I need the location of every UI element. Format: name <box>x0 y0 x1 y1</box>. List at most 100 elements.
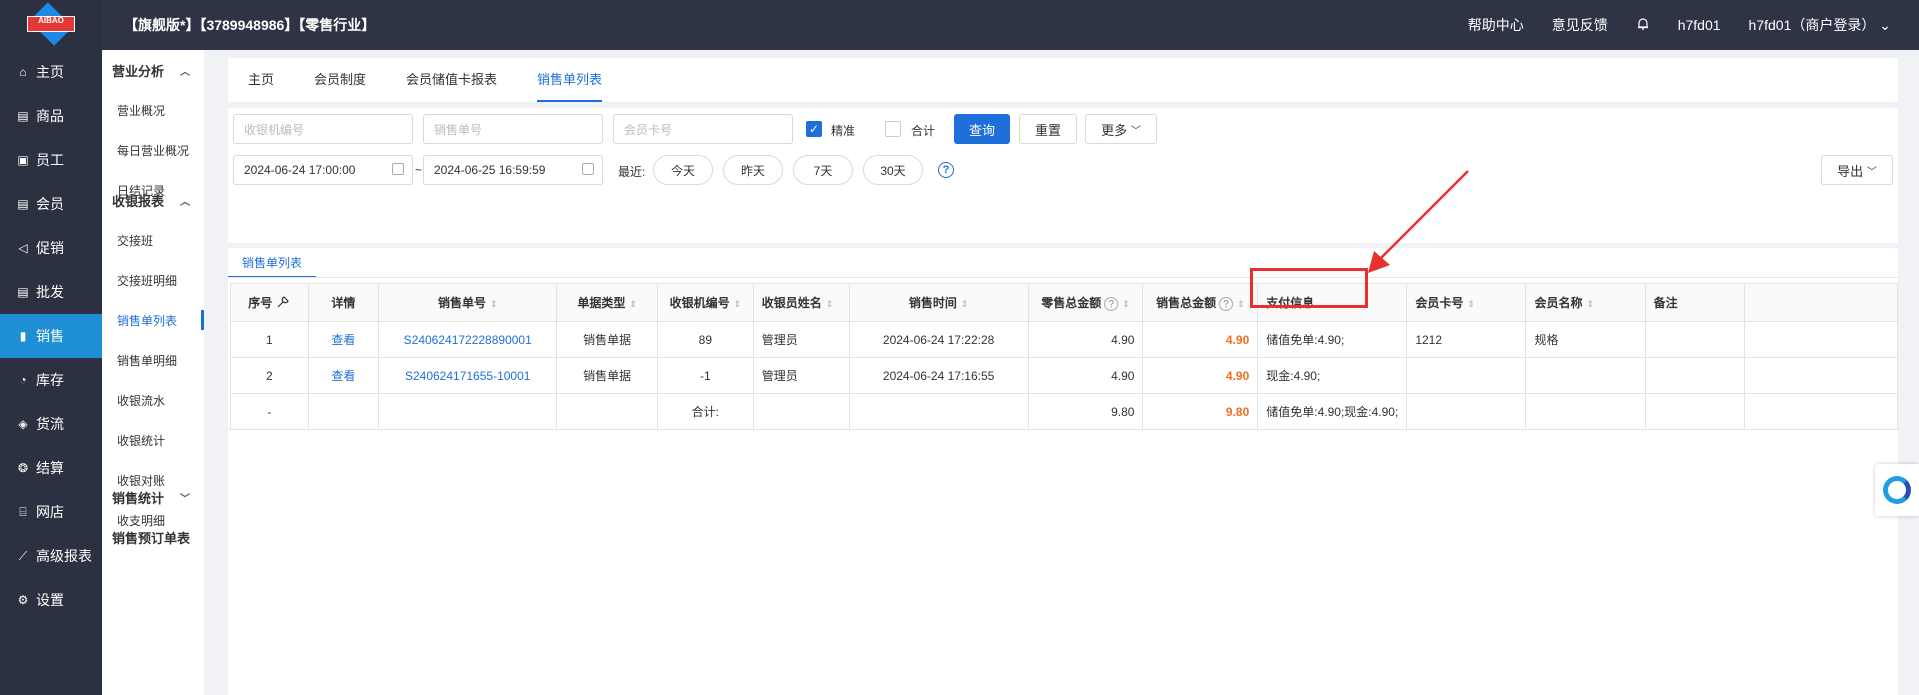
nav-item-11[interactable]: ⟋ 高级报表 <box>0 534 102 578</box>
nav-item-3[interactable]: ▤ 会员 <box>0 182 102 226</box>
table-cell <box>1644 393 1745 430</box>
page-tab[interactable]: 会员储值卡报表 <box>386 58 517 102</box>
end-date-input[interactable]: 2024-06-25 16:59:59 <box>423 155 603 185</box>
nav-item-5[interactable]: ▤ 批发 <box>0 270 102 314</box>
date-separator: ~ <box>415 163 423 177</box>
help-icon[interactable]: ? <box>1104 297 1119 312</box>
chevron-down-icon: ﹀ <box>180 493 190 505</box>
sort-icon[interactable]: ⇕ <box>1587 299 1595 309</box>
group-label: 营业分析 <box>112 63 165 79</box>
sidebar-item[interactable]: 销售单列表 <box>102 300 204 340</box>
column-header: 详情 <box>307 283 380 322</box>
member-card-input[interactable]: 会员卡号 <box>613 114 793 144</box>
column-header[interactable]: 会员名称 ⇕ <box>1525 283 1646 322</box>
assistant-icon <box>1883 476 1911 504</box>
user-name[interactable]: h7fd01 <box>1678 17 1721 33</box>
table-cell: 管理员 <box>752 357 850 394</box>
table-cell: - <box>230 393 309 430</box>
column-header[interactable]: 零售总金额? ⇕ <box>1027 283 1144 322</box>
order-number-link[interactable]: S240624171655-10001 <box>378 357 558 394</box>
last-7-days-button[interactable]: 7天 <box>793 155 853 185</box>
column-header[interactable]: 销售总金额? ⇕ <box>1142 283 1259 322</box>
sidebar-item[interactable]: 销售单明细 <box>102 340 204 380</box>
column-header[interactable]: 销售时间 ⇕ <box>848 283 1029 322</box>
report-icon: ⟋ <box>18 548 28 563</box>
sort-icon[interactable]: ⇕ <box>629 299 637 309</box>
feedback-link[interactable]: 意见反馈 <box>1552 15 1608 35</box>
page-tab[interactable]: 会员制度 <box>294 58 386 102</box>
nav-item-7[interactable]: ◔ 库存 <box>0 358 102 402</box>
more-button[interactable]: 更多 ﹀ <box>1085 114 1157 144</box>
export-button[interactable]: 导出 ﹀ <box>1821 155 1893 185</box>
sort-icon[interactable]: ⇕ <box>1467 299 1475 309</box>
today-button[interactable]: 今天 <box>653 155 713 185</box>
sidebar-item[interactable]: 交接班 <box>102 220 204 260</box>
help-center-link[interactable]: 帮助中心 <box>1468 15 1524 35</box>
help-icon[interactable]: ? <box>1219 297 1234 312</box>
sort-icon[interactable]: ⇕ <box>961 299 969 309</box>
nav-item-0[interactable]: ⌂ 主页 <box>0 50 102 94</box>
nav-item-label: 库存 <box>36 372 64 388</box>
sidebar-item[interactable]: 收银流水 <box>102 380 204 420</box>
nav-item-4[interactable]: ◁ 促销 <box>0 226 102 270</box>
app-logo[interactable]: AIBAO <box>0 0 102 50</box>
column-header[interactable]: 销售单号 ⇕ <box>378 283 558 322</box>
page-tabs: 主页 会员制度 会员储值卡报表 销售单列表 <box>228 58 1898 102</box>
sort-icon[interactable]: ⇕ <box>1237 299 1245 309</box>
order-number-link[interactable]: S240624172228890001 <box>378 321 558 358</box>
nav-item-12[interactable]: ⚙ 设置 <box>0 578 102 622</box>
nav-item-1[interactable]: ▤ 商品 <box>0 94 102 138</box>
last-30-days-button[interactable]: 30天 <box>863 155 923 185</box>
page-tab[interactable]: 销售单列表 <box>517 58 622 102</box>
pos-number-input[interactable]: 收银机编号 <box>233 114 413 144</box>
sidebar-item[interactable]: 收银统计 <box>102 420 204 460</box>
yesterday-button[interactable]: 昨天 <box>723 155 783 185</box>
account-menu[interactable]: h7fd01（商户登录） ⌄ <box>1749 15 1891 35</box>
settle-icon: ❂ <box>17 461 29 475</box>
group-sales-stats[interactable]: 销售统计 ﹀ <box>102 477 204 517</box>
page-tab[interactable]: 主页 <box>228 58 294 102</box>
gear-icon: ⚙ <box>17 593 29 607</box>
table-cell: 销售单据 <box>556 357 658 394</box>
start-date-value: 2024-06-24 17:00:00 <box>244 163 356 177</box>
column-header[interactable]: 单据类型 ⇕ <box>556 283 658 322</box>
order-number-input[interactable]: 销售单号 <box>423 114 603 144</box>
nav-item-2[interactable]: ▣ 员工 <box>0 138 102 182</box>
help-icon[interactable]: ? <box>938 162 954 178</box>
sidebar-item[interactable]: 每日营业概况 <box>102 130 204 170</box>
flow-icon: ◈ <box>18 417 28 431</box>
highlight-box <box>1250 268 1368 308</box>
total-checkbox[interactable] <box>885 121 901 137</box>
sort-icon[interactable]: ⇕ <box>1122 299 1130 309</box>
nav-item-9[interactable]: ❂ 结算 <box>0 446 102 490</box>
nav-item-8[interactable]: ◈ 货流 <box>0 402 102 446</box>
table-cell <box>1644 321 1745 358</box>
sort-icon[interactable]: ⇕ <box>734 299 742 309</box>
query-button[interactable]: 查询 <box>954 114 1010 144</box>
table-cell: 2 <box>230 357 309 394</box>
floating-assistant-button[interactable] <box>1875 464 1919 516</box>
sidebar-item[interactable]: 营业概况 <box>102 90 204 130</box>
sort-icon[interactable]: ⇕ <box>826 299 834 309</box>
column-header[interactable]: 会员卡号 ⇕ <box>1406 283 1527 322</box>
nav-item-6[interactable]: ▮ 销售 <box>0 314 102 358</box>
group-presale-orders[interactable]: 销售预订单表 <box>102 517 204 557</box>
view-link[interactable]: 查看 <box>307 357 380 394</box>
exact-checkbox[interactable]: ✓ <box>806 121 822 137</box>
group-business-analysis[interactable]: 营业分析 ︿ <box>102 50 204 90</box>
column-header-label: 会员名称 <box>1534 296 1583 310</box>
tab-sales-list[interactable]: 销售单列表 <box>228 248 317 278</box>
column-header[interactable]: 收银员姓名 ⇕ <box>752 283 850 322</box>
nav-item-10[interactable]: ⌸ 网店 <box>0 490 102 534</box>
sidebar-item[interactable]: 交接班明细 <box>102 260 204 300</box>
reset-button[interactable]: 重置 <box>1019 114 1077 144</box>
group-cashier-reports[interactable]: 收银报表 ︿ <box>102 180 204 220</box>
table-cell <box>1743 321 1899 358</box>
table-cell: -1 <box>656 357 754 394</box>
bell-icon[interactable] <box>1636 17 1650 34</box>
view-link[interactable]: 查看 <box>307 321 380 358</box>
sort-icon[interactable]: ⇕ <box>490 299 498 309</box>
start-date-input[interactable]: 2024-06-24 17:00:00 <box>233 155 413 185</box>
column-header[interactable]: 收银机编号 ⇕ <box>656 283 754 322</box>
wrench-icon[interactable] <box>272 296 290 310</box>
